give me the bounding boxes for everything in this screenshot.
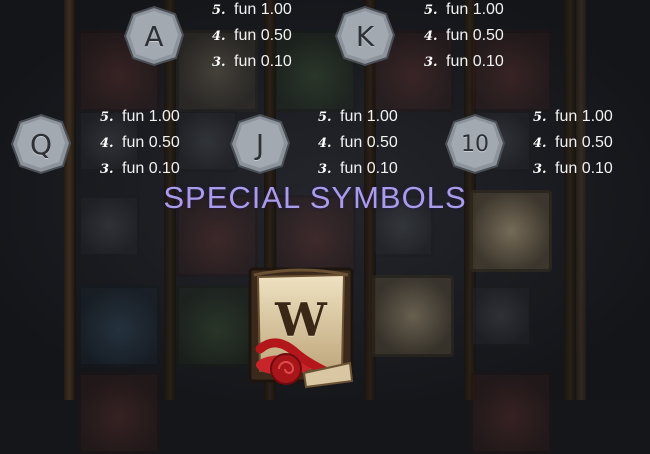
symbol-letter: K [355,19,375,53]
pay-row: 3. fun 0.10 [533,156,643,182]
bg-rune-tile [470,285,532,347]
pay-count: 4. [318,136,332,151]
pay-count: 4. [533,136,547,151]
pay-row: 4. fun 0.50 [318,130,448,156]
pay-row: 5. fun 1.00 [424,0,554,23]
pay-value: fun 0.50 [122,134,180,151]
pay-row: 5. fun 1.00 [318,104,448,130]
pay-value: fun 0.50 [340,134,398,151]
pay-value: fun 1.00 [122,108,180,125]
special-symbols-title: SPECIAL SYMBOLS [163,180,467,215]
symbol-a-stone-icon: A [123,5,185,67]
pay-count: 5. [100,110,114,125]
pay-row: 4. fun 0.50 [212,23,342,49]
pay-value: fun 0.10 [555,160,613,177]
pay-row: 3. fun 0.10 [212,49,342,75]
pay-row: 5. fun 1.00 [533,104,643,130]
pay-value: fun 1.00 [555,108,613,125]
symbol-letter: J [255,127,265,161]
pay-value: fun 0.50 [555,134,613,151]
pay-value: fun 0.10 [234,53,292,70]
wild-scroll-icon: W [246,265,356,393]
paytable-a: 5. fun 1.00 4. fun 0.50 3. fun 0.10 [212,0,342,75]
symbol-q-stone-icon: Q [10,113,72,175]
symbol-letter: 10 [461,131,489,157]
pay-count: 4. [424,29,438,44]
pay-count: 4. [212,29,226,44]
bg-potion-tile [78,285,160,367]
wild-letter: W [275,293,327,347]
pay-value: fun 0.50 [446,27,504,44]
pay-count: 5. [212,3,226,18]
paytable-k: 5. fun 1.00 4. fun 0.50 3. fun 0.10 [424,0,554,75]
symbol-10-stone-icon: 10 [444,113,506,175]
pay-row: 3. fun 0.10 [424,49,554,75]
pay-value: fun 1.00 [340,108,398,125]
pay-value: fun 0.50 [234,27,292,44]
bg-wild-tile [372,275,454,357]
pay-count: 4. [100,136,114,151]
pay-value: fun 1.00 [234,1,292,18]
pay-count: 5. [318,110,332,125]
symbol-j-stone-icon: J [229,113,291,175]
paytable-q: 5. fun 1.00 4. fun 0.50 3. fun 0.10 [100,104,230,182]
paytable-j: 5. fun 1.00 4. fun 0.50 3. fun 0.10 [318,104,448,182]
pay-row: 5. fun 1.00 [100,104,230,130]
pay-row: 4. fun 0.50 [100,130,230,156]
pay-value: fun 0.10 [446,53,504,70]
symbol-letter: A [144,19,164,53]
pay-row: 5. fun 1.00 [212,0,342,23]
pay-row: 3. fun 0.10 [318,156,448,182]
symbol-k-stone-icon: K [334,5,396,67]
pay-row: 3. fun 0.10 [100,156,230,182]
pay-row: 4. fun 0.50 [533,130,643,156]
pay-value: fun 0.10 [340,160,398,177]
pay-count: 3. [424,55,438,70]
symbol-letter: Q [29,127,53,161]
pay-value: fun 0.10 [122,160,180,177]
bg-potion-tile [78,372,160,454]
paytable-10: 5. fun 1.00 4. fun 0.50 3. fun 0.10 [533,104,643,182]
pay-row: 4. fun 0.50 [424,23,554,49]
pay-count: 3. [212,55,226,70]
bg-potion-tile [470,372,552,454]
pay-count: 5. [424,3,438,18]
pay-value: fun 1.00 [446,1,504,18]
pay-count: 5. [533,110,547,125]
